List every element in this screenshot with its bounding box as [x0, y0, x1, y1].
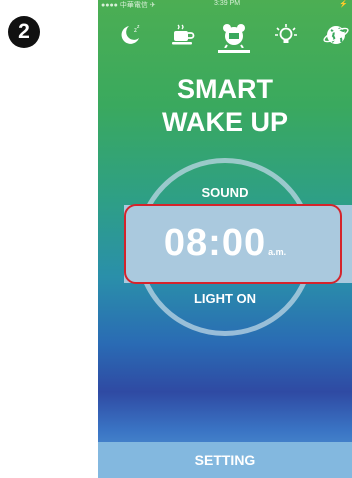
status-time: 3:39 PM	[214, 0, 241, 7]
setting-label: SETTING	[194, 452, 256, 468]
step-number-badge: 2	[8, 16, 40, 48]
status-battery: ⚡	[339, 1, 348, 8]
lightbulb-icon[interactable]	[270, 20, 302, 50]
step-number: 2	[18, 20, 30, 43]
setting-button[interactable]: SETTING	[98, 442, 352, 478]
sound-label[interactable]: SOUND	[98, 185, 352, 200]
status-bar: ●●●● 中華電信 ✈ 3:39 PM ⚡	[98, 0, 352, 10]
light-on-label[interactable]: LIGHT ON	[98, 291, 352, 306]
title-line-2: WAKE UP	[161, 107, 288, 137]
svg-text:z: z	[137, 24, 140, 30]
status-carrier: ●●●● 中華電信 ✈	[101, 2, 156, 9]
alarm-clock-icon[interactable]	[218, 20, 250, 53]
globe-icon[interactable]	[320, 20, 352, 50]
coffee-cup-icon[interactable]	[167, 20, 199, 50]
moon-sleep-icon[interactable]: z z	[114, 20, 146, 50]
time-highlight-box	[124, 204, 342, 284]
title-line-1: SMART	[177, 74, 273, 104]
mode-icon-bar: z z	[98, 14, 352, 54]
